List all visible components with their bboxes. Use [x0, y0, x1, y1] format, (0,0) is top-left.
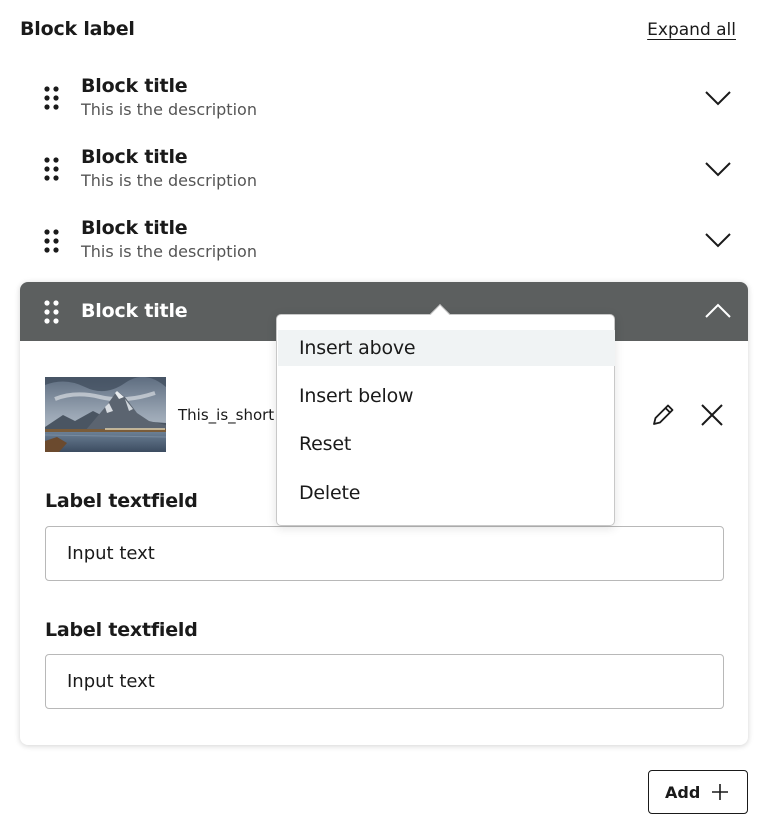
drag-handle-icon[interactable]	[42, 227, 62, 255]
drag-handle-icon[interactable]	[42, 298, 62, 326]
pencil-icon[interactable]	[650, 402, 676, 428]
field-label: Label textfield	[45, 619, 198, 641]
block-item[interactable]: Block title This is the description	[20, 144, 748, 204]
block-text: Block title This is the description	[81, 74, 257, 121]
expand-all-link[interactable]: Expand all	[647, 20, 736, 40]
block-label: Block label	[20, 18, 135, 40]
chevron-up-icon[interactable]	[704, 302, 732, 320]
add-button[interactable]: Add	[648, 770, 748, 814]
block-item[interactable]: Block title This is the description	[20, 72, 748, 132]
text-input[interactable]	[45, 654, 724, 709]
block-title: Block title	[81, 75, 188, 97]
block-description: This is the description	[81, 100, 257, 119]
block-title: Block title	[81, 146, 188, 168]
file-name: This_is_short	[178, 406, 275, 424]
close-icon[interactable]	[700, 403, 724, 427]
chevron-down-icon[interactable]	[704, 160, 732, 178]
menu-item-delete[interactable]: Delete	[278, 475, 615, 511]
menu-item-reset[interactable]: Reset	[278, 426, 615, 462]
chevron-down-icon[interactable]	[704, 231, 732, 249]
block-title: Block title	[81, 217, 188, 239]
chevron-down-icon[interactable]	[704, 89, 732, 107]
menu-item-insert-above[interactable]: Insert above	[278, 330, 615, 366]
block-item[interactable]: Block title This is the description	[20, 215, 748, 275]
block-text: Block title This is the description	[81, 216, 257, 263]
menu-item-insert-below[interactable]: Insert below	[278, 378, 615, 414]
block-description: This is the description	[81, 171, 257, 190]
block-title: Block title	[81, 300, 188, 322]
context-menu: Insert above Insert below Reset Delete	[276, 314, 615, 526]
drag-handle-icon[interactable]	[42, 155, 62, 183]
drag-handle-icon[interactable]	[42, 84, 62, 112]
text-input[interactable]	[45, 526, 724, 581]
image-thumbnail	[45, 377, 166, 452]
field-label: Label textfield	[45, 490, 198, 512]
plus-icon	[712, 784, 728, 800]
add-button-label: Add	[665, 782, 701, 802]
block-text: Block title This is the description	[81, 145, 257, 192]
block-description: This is the description	[81, 242, 257, 261]
